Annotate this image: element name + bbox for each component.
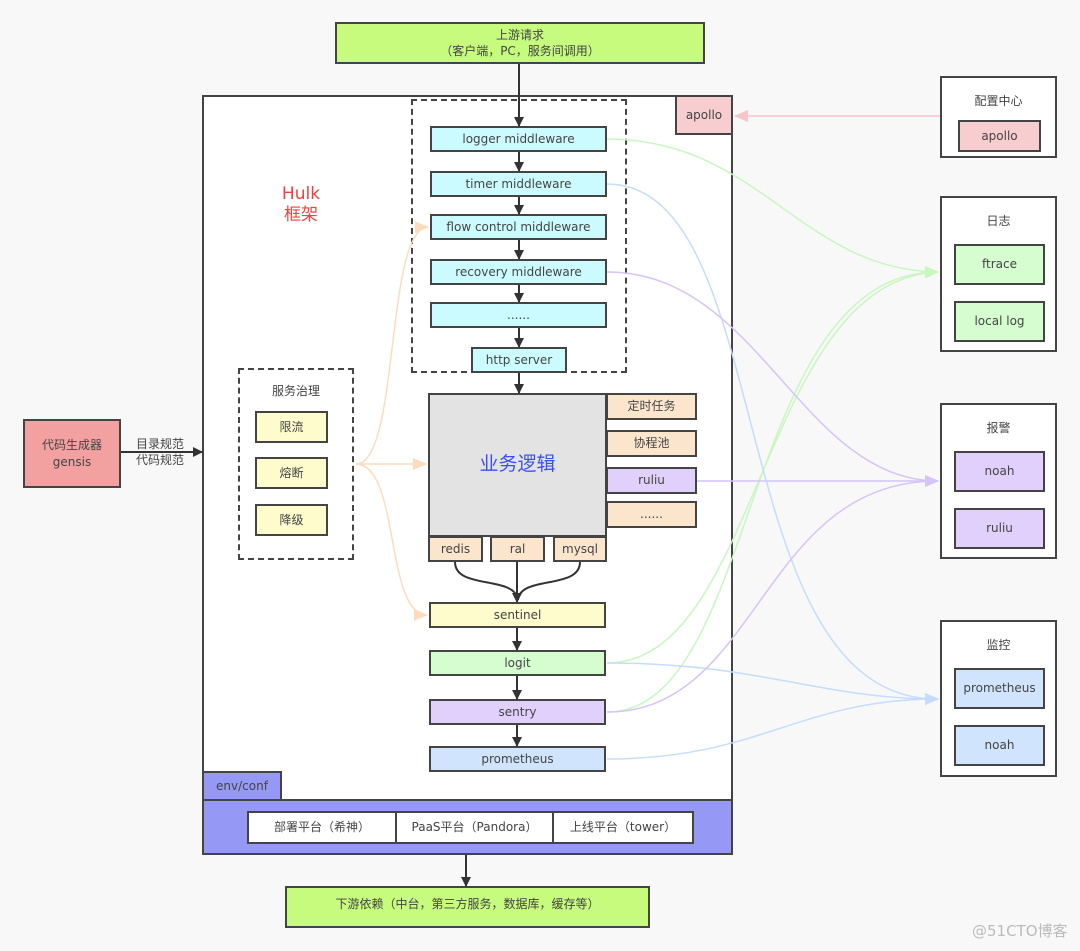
framework-title: Hulk 框架 (281, 184, 321, 226)
code-generator-box: 代码生成器 gensis (23, 419, 121, 488)
http-server: http server (471, 347, 567, 373)
log-local-log: local log (954, 301, 1045, 342)
apollo-config-box: apollo (675, 95, 733, 135)
monitor-title: 监控 (986, 638, 1011, 652)
upstream-subtitle: （客户端，PC，服务间调用） (440, 44, 600, 58)
code-generator-title: 代码生成器 (41, 438, 102, 453)
side-ruliu: ruliu (606, 467, 697, 494)
log-panel: 日志 ftrace local log (940, 196, 1057, 352)
side-scheduled-tasks: 定时任务 (606, 393, 697, 420)
platform-paas: PaaS平台（Pandora） (395, 811, 554, 844)
alert-title: 报警 (986, 421, 1011, 435)
client-mysql: mysql (553, 536, 607, 562)
upstream-title: 上游请求 (495, 27, 544, 42)
recovery-middleware: recovery middleware (430, 259, 607, 285)
watermark: @51CTO博客 (972, 922, 1068, 940)
side-coroutine-pool: 协程池 (606, 430, 697, 457)
sentinel-box: sentinel (429, 602, 606, 628)
log-title: 日志 (986, 214, 1011, 228)
config-apollo: apollo (958, 120, 1041, 152)
governance-rate-limit: 限流 (255, 411, 328, 443)
alert-panel: 报警 noah ruliu (940, 403, 1057, 559)
client-redis: redis (428, 536, 483, 562)
monitor-prometheus: prometheus (954, 668, 1045, 709)
alert-ruliu: ruliu (954, 508, 1045, 549)
config-center-panel: 配置中心 apollo (940, 76, 1057, 158)
flow-control-middleware: flow control middleware (430, 214, 607, 240)
code-generator-name: gensis (52, 454, 92, 469)
env-conf-tab: env/conf (202, 771, 282, 801)
sentry-box: sentry (429, 699, 606, 725)
codegen-arrow-label: 目录规范 代码规范 (136, 437, 185, 467)
timer-middleware: timer middleware (430, 171, 607, 197)
business-logic-box: 业务逻辑 (428, 393, 607, 537)
platform-deploy: 部署平台（希神） (247, 811, 397, 844)
downstream-dependencies-box: 下游依赖（中台，第三方服务，数据库，缓存等） (285, 886, 650, 928)
side-more: ...... (606, 501, 697, 528)
governance-degrade: 降级 (255, 504, 328, 536)
platform-release: 上线平台（tower） (552, 811, 694, 844)
config-center-title: 配置中心 (974, 94, 1023, 108)
monitor-noah: noah (954, 725, 1045, 766)
logit-box: logit (429, 650, 606, 676)
governance-circuit-break: 熔断 (255, 457, 328, 489)
more-middleware: ...... (430, 302, 607, 328)
logger-middleware: logger middleware (430, 126, 607, 152)
log-ftrace: ftrace (954, 244, 1045, 285)
client-ral: ral (490, 536, 545, 562)
alert-noah: noah (954, 451, 1045, 492)
upstream-request-box: 上游请求 （客户端，PC，服务间调用） (335, 22, 705, 64)
prometheus-box: prometheus (429, 746, 606, 772)
service-governance-title: 服务治理 (271, 384, 320, 398)
monitor-panel: 监控 prometheus noah (940, 620, 1057, 777)
